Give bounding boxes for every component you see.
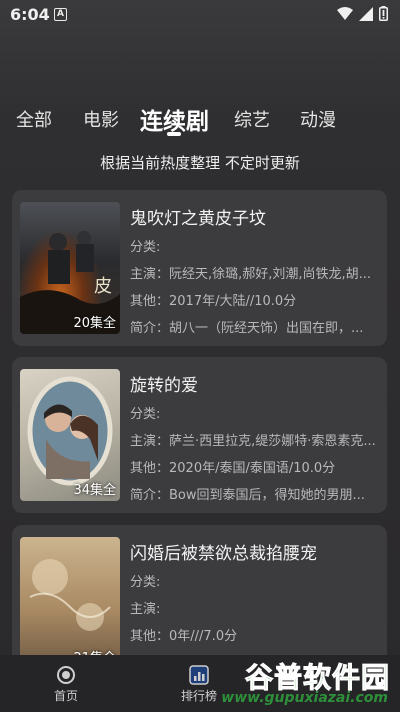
svg-text:皮: 皮: [94, 276, 112, 297]
watermark: 谷普软件园 www.gupuxiazai.com: [218, 656, 400, 712]
ranking-icon: [189, 665, 209, 685]
list-subtitle: 根据当前热度整理 不定时更新: [100, 154, 300, 172]
active-tab-indicator: [167, 132, 181, 136]
status-icons: [337, 6, 388, 21]
series-cast: 主演：阮经天,徐璐,郝好,刘潮,尚铁龙,胡...: [130, 267, 372, 282]
series-cast: 主演:: [130, 602, 161, 617]
home-icon: [57, 666, 75, 684]
series-other: 其他：0年///7.0分: [130, 629, 238, 644]
poster-image: 21集全: [20, 537, 120, 669]
watermark-url: www.gupuxiazai.com: [221, 690, 388, 706]
episode-count: 20集全: [73, 316, 116, 331]
series-intro: 简介：胡八一（阮经天饰）出国在即，...: [130, 321, 364, 336]
tab-movies[interactable]: 电影: [83, 106, 119, 132]
status-bar: 6:04 A: [0, 0, 400, 30]
tab-all[interactable]: 全部: [16, 106, 52, 132]
status-time: 6:04: [10, 5, 50, 24]
series-category: 分类:: [130, 407, 161, 422]
notification-badge-icon: A: [54, 8, 67, 21]
nav-ranking-label: 排行榜: [180, 689, 217, 703]
series-title: 闪婚后被禁欲总裁掐腰宠: [130, 544, 317, 564]
category-tabs: 全部 电影 连续剧 综艺 动漫: [0, 102, 400, 142]
tab-variety[interactable]: 综艺: [234, 106, 270, 132]
series-other: 其他：2017年/大陆//10.0分: [130, 294, 297, 309]
series-title: 旋转的爱: [130, 376, 198, 396]
nav-home[interactable]: 首页: [36, 665, 96, 704]
series-category: 分类:: [130, 240, 161, 255]
wifi-icon: [337, 6, 353, 20]
series-other: 其他：2020年/泰国/泰国语/10.0分: [130, 461, 336, 476]
series-title: 鬼吹灯之黄皮子坟: [130, 209, 266, 229]
signal-icon: [359, 6, 373, 21]
tab-series[interactable]: 连续剧: [140, 102, 209, 136]
poster-image: 皮 20集全: [20, 202, 120, 334]
nav-home-label: 首页: [53, 689, 78, 703]
series-card[interactable]: 34集全 旋转的爱 分类: 主演：萨兰·西里拉克,缇莎娜特·索恩素克... 其他…: [12, 357, 387, 513]
series-card[interactable]: 皮 20集全 鬼吹灯之黄皮子坟 分类: 主演：阮经天,徐璐,郝好,刘潮,尚铁龙,…: [12, 190, 387, 346]
episode-count: 34集全: [73, 483, 116, 498]
tab-anime[interactable]: 动漫: [300, 106, 336, 132]
poster-image: 34集全: [20, 369, 120, 501]
series-intro: 简介：Bow回到泰国后，得知她的男朋...: [130, 488, 365, 503]
series-category: 分类:: [130, 575, 161, 590]
battery-icon: [379, 6, 388, 21]
series-cast: 主演：萨兰·西里拉克,缇莎娜特·索恩素克...: [130, 434, 376, 449]
